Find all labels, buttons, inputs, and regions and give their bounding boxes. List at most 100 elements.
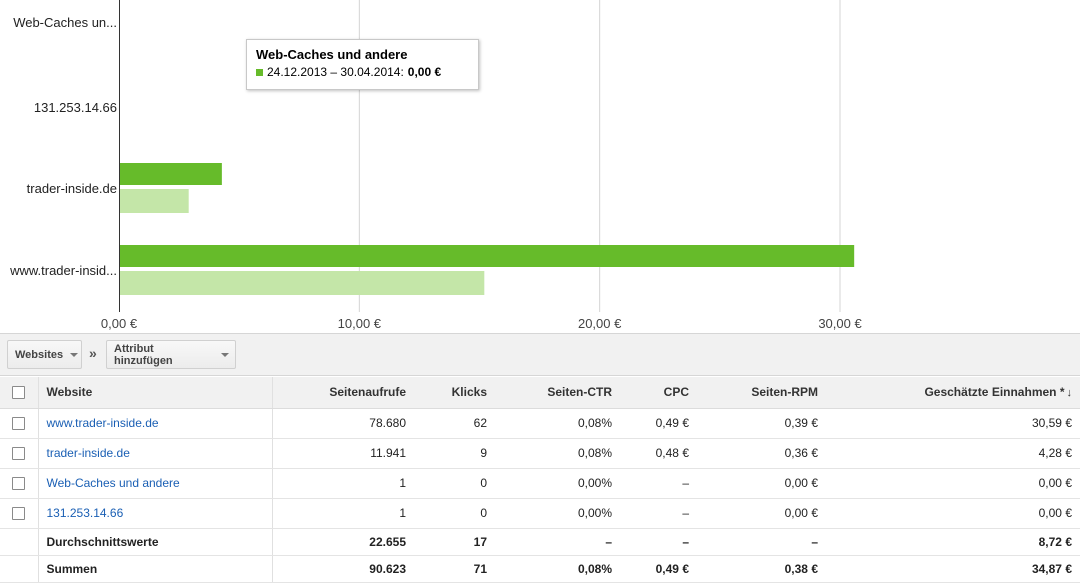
x-tick-label: 30,00 € <box>818 316 862 331</box>
x-tick-label: 0,00 € <box>101 316 138 331</box>
cell-ctr: 0,00% <box>495 468 620 499</box>
sort-down-icon: ↓ <box>1066 387 1073 400</box>
table-row: trader-inside.de 11.941 9 0,08% 0,48 €0,36 €… <box>0 438 1080 469</box>
cell-pageviews: 11.941 <box>271 438 414 469</box>
cell-pageviews: 1 <box>271 468 414 499</box>
website-link[interactable]: www.trader-inside.de <box>47 416 159 430</box>
empty-cell <box>0 528 38 556</box>
totals-row-cpc: 0,49 € <box>620 555 697 583</box>
cell-earnings: 0,00 € <box>826 498 1080 529</box>
cell-earnings: 0,00 € <box>826 468 1080 499</box>
table-toolbar: Websites » Attribut hinzufügen <box>0 333 1080 376</box>
row-select-cell <box>0 438 38 469</box>
breadcrumb-separator: » <box>89 345 97 361</box>
totals-row-pageviews: 90.623 <box>271 555 414 583</box>
website-link[interactable]: trader-inside.de <box>47 446 130 460</box>
category-label: 131.253.14.66 <box>34 100 117 115</box>
table-header-row: Website Seitenaufrufe Klicks Seiten-CTR … <box>0 377 1080 409</box>
table-row: 131.253.14.66 1 0 0,00% –0,00 €0,00 € <box>0 498 1080 529</box>
col-header-ctr[interactable]: Seiten-CTR <box>495 377 620 409</box>
row-checkbox[interactable] <box>12 447 26 461</box>
row-checkbox[interactable] <box>12 477 26 491</box>
bar-compare <box>119 189 189 213</box>
average-row-ctr: – <box>495 528 620 556</box>
chart-canvas: 0,00 € 10,00 € 20,00 € 30,00 € Web-Caches un… <box>9 0 862 331</box>
select-all-cell <box>0 377 38 409</box>
cell-clicks: 9 <box>414 438 495 469</box>
empty-cell <box>0 555 38 583</box>
row-checkbox[interactable] <box>12 417 26 431</box>
dimension-dropdown[interactable]: Websites <box>7 340 82 369</box>
add-attribute-dropdown[interactable]: Attribut hinzufügen <box>106 340 236 369</box>
col-header-earnings-label: Geschätzte Einnahmen * <box>924 385 1065 400</box>
cell-earnings: 30,59 € <box>826 408 1080 439</box>
cell-cpc: – <box>620 498 697 529</box>
website-link[interactable]: Web-Caches und andere <box>47 476 180 490</box>
add-attribute-label: Attribut hinzufügen <box>114 342 173 367</box>
average-row-clicks: 17 <box>414 528 495 556</box>
row-checkbox[interactable] <box>12 507 26 521</box>
cell-website: Web-Caches und andere <box>37 468 272 499</box>
chart-tooltip: Web-Caches und andere 24.12.2013 – 30.04… <box>246 39 479 90</box>
tooltip-title: Web-Caches und andere <box>256 47 408 62</box>
cell-clicks: 0 <box>414 468 495 499</box>
cell-ctr: 0,08% <box>495 438 620 469</box>
average-row-pageviews: 22.655 <box>271 528 414 556</box>
tooltip-range: 24.12.2013 – 30.04.2014: <box>267 65 404 79</box>
bar-primary <box>119 163 222 185</box>
select-all-checkbox[interactable] <box>12 386 26 400</box>
totals-row-ctr: 0,08% <box>495 555 620 583</box>
x-tick-label: 10,00 € <box>338 316 382 331</box>
totals-row-website: Summen <box>37 555 272 583</box>
average-row: Durchschnittswerte 22.655 17– – –8,72 € <box>0 528 1080 556</box>
category-label: www.trader-insid... <box>9 263 117 278</box>
bar-compare <box>119 271 485 295</box>
table-row: Web-Caches und andere 1 0 0,00% –0,00 €0,00 … <box>0 468 1080 499</box>
col-header-earnings[interactable]: Geschätzte Einnahmen * ↓ <box>826 377 1080 409</box>
cell-pageviews: 78.680 <box>271 408 414 439</box>
totals-row: Summen 90.623 71 0,08% 0,49 €0,38 €34,87 € <box>0 555 1080 583</box>
cell-website: trader-inside.de <box>37 438 272 469</box>
totals-row-earnings: 34,87 € <box>826 555 1080 583</box>
cell-ctr: 0,08% <box>495 408 620 439</box>
cell-rpm: 0,00 € <box>697 498 826 529</box>
x-tick-label: 20,00 € <box>578 316 622 331</box>
cell-clicks: 0 <box>414 498 495 529</box>
cell-cpc: 0,49 € <box>620 408 697 439</box>
cell-website: www.trader-inside.de <box>37 408 272 439</box>
cell-cpc: – <box>620 468 697 499</box>
col-header-cpc[interactable]: CPC <box>620 377 697 409</box>
caret-down-icon <box>70 352 79 357</box>
bar-chart: 0,00 € 10,00 € 20,00 € 30,00 € Web-Caches un… <box>0 0 1080 333</box>
table-row: www.trader-inside.de 78.680 62 0,08% 0,49 €0… <box>0 408 1080 439</box>
cell-pageviews: 1 <box>271 498 414 529</box>
col-header-pageviews[interactable]: Seitenaufrufe <box>271 377 414 409</box>
average-row-rpm: – <box>697 528 826 556</box>
tooltip-value: 0,00 € <box>407 65 442 79</box>
cell-website: 131.253.14.66 <box>37 498 272 529</box>
average-row-earnings: 8,72 € <box>826 528 1080 556</box>
col-header-rpm[interactable]: Seiten-RPM <box>697 377 826 409</box>
bar-primary <box>119 245 855 267</box>
col-header-website[interactable]: Website <box>37 377 272 409</box>
cell-rpm: 0,36 € <box>697 438 826 469</box>
website-link[interactable]: 131.253.14.66 <box>47 506 124 520</box>
cell-rpm: 0,39 € <box>697 408 826 439</box>
totals-row-rpm: 0,38 € <box>697 555 826 583</box>
dimension-dropdown-label: Websites <box>15 348 64 361</box>
row-select-cell <box>0 468 38 499</box>
cell-ctr: 0,00% <box>495 498 620 529</box>
col-header-clicks[interactable]: Klicks <box>414 377 495 409</box>
average-row-website: Durchschnittswerte <box>37 528 272 556</box>
cell-clicks: 62 <box>414 408 495 439</box>
cell-earnings: 4,28 € <box>826 438 1080 469</box>
row-select-cell <box>0 408 38 439</box>
average-row-cpc: – <box>620 528 697 556</box>
legend-swatch-icon <box>256 68 263 76</box>
report-table: Website Seitenaufrufe Klicks Seiten-CTR … <box>0 377 1080 583</box>
cell-cpc: 0,48 € <box>620 438 697 469</box>
tooltip-row: 24.12.2013 – 30.04.2014: 0,00 € <box>256 65 469 79</box>
row-select-cell <box>0 498 38 529</box>
totals-row-clicks: 71 <box>414 555 495 583</box>
category-label: Web-Caches un... <box>13 15 117 30</box>
